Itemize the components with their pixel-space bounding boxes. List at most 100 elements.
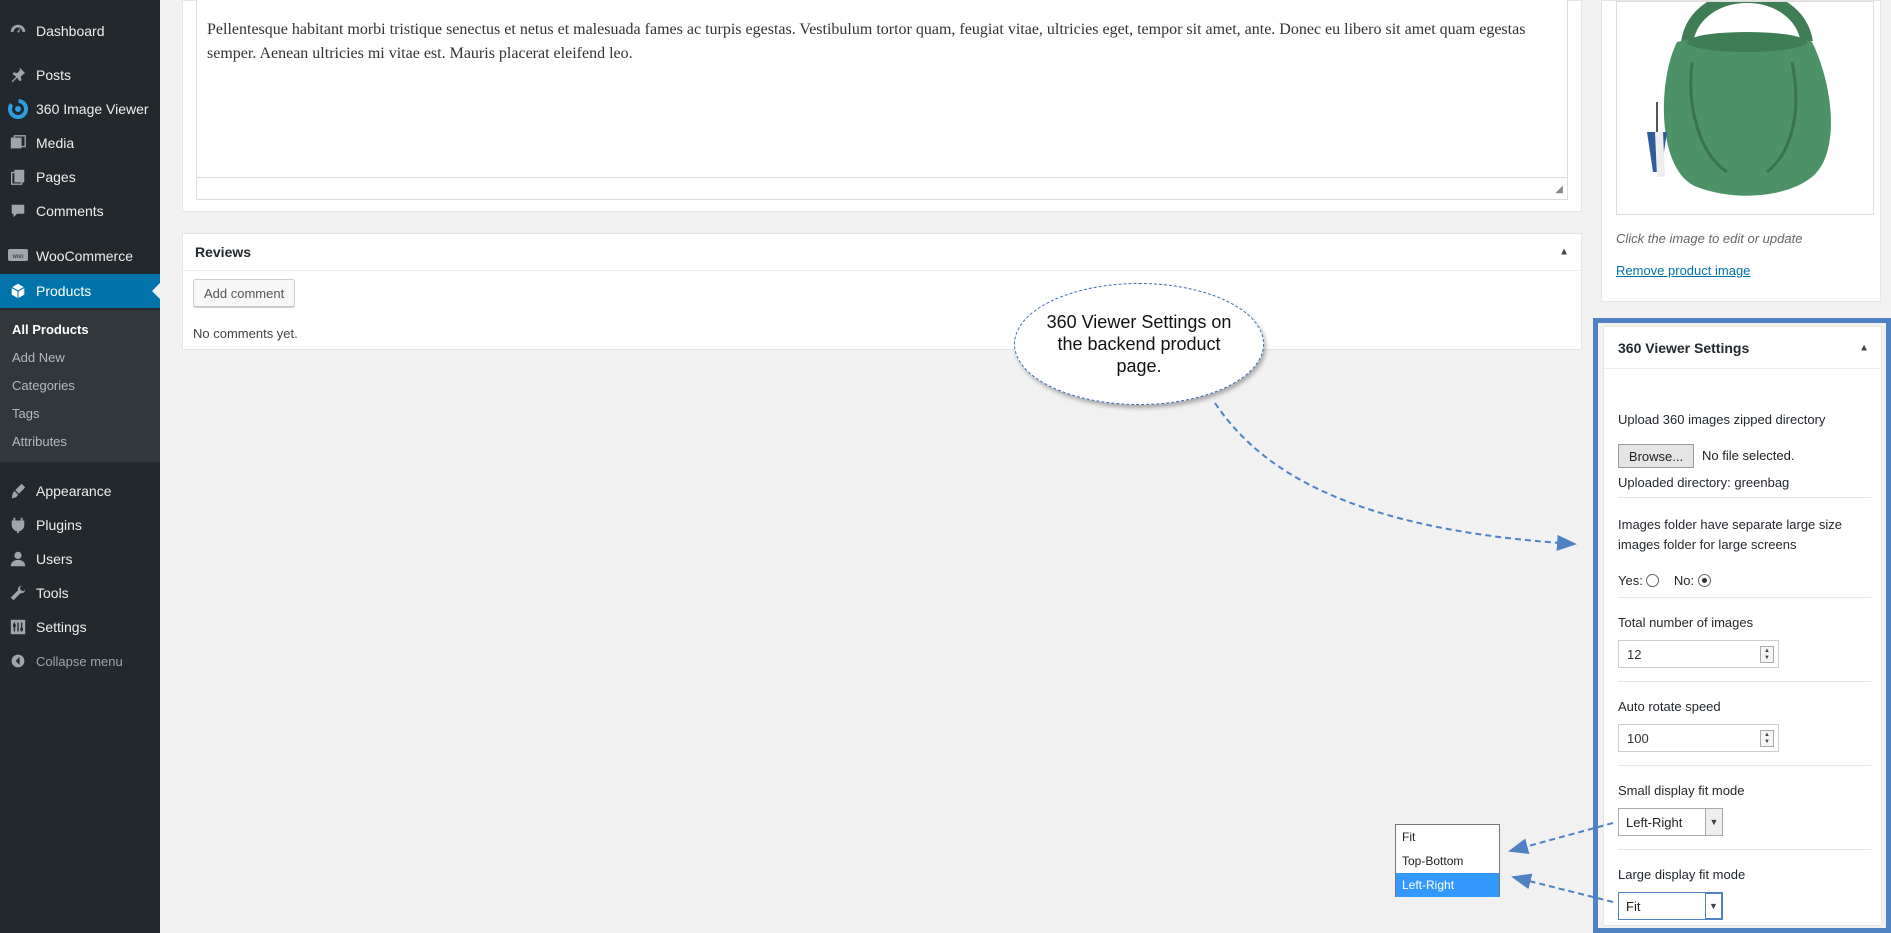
sidebar-item-label: WooCommerce <box>36 248 133 264</box>
product-image-caption: Click the image to edit or update <box>1616 231 1803 246</box>
rotate-speed-value: 100 <box>1627 730 1649 746</box>
submenu-categories[interactable]: Categories <box>12 378 75 393</box>
viewer-settings-title: 360 Viewer Settings <box>1618 339 1750 356</box>
large-fit-select[interactable]: Fit ▼ <box>1618 892 1723 920</box>
yes-radio[interactable] <box>1646 574 1660 587</box>
sidebar-item-media[interactable]: Media <box>0 126 160 160</box>
dropdown-option-top-bottom[interactable]: Top-Bottom <box>1396 849 1499 873</box>
sidebar-item-label: 360 Image Viewer <box>36 101 149 117</box>
file-status: No file selected. <box>1702 448 1795 463</box>
sidebar-item-tools[interactable]: Tools <box>0 576 160 610</box>
separate-large-label: Images folder have separate large size i… <box>1618 517 1843 552</box>
sidebar-item-settings[interactable]: Settings <box>0 610 160 644</box>
submenu-attributes[interactable]: Attributes <box>12 434 67 449</box>
sidebar-item-users[interactable]: Users <box>0 542 160 576</box>
rotate-speed-label: Auto rotate speed <box>1618 699 1721 714</box>
sidebar-item-label: Pages <box>36 169 76 185</box>
pushpin-icon <box>0 66 36 84</box>
resize-handle-icon[interactable]: ◢ <box>1555 184 1563 195</box>
settings-icon <box>0 618 36 636</box>
spinner-arrows-icon[interactable]: ▲ ▼ <box>1760 730 1774 747</box>
browse-button[interactable]: Browse... <box>1618 444 1694 468</box>
callout-text: 360 Viewer Settings on the backend produ… <box>1046 312 1232 376</box>
large-fit-label: Large display fit mode <box>1618 867 1746 882</box>
svg-text:woo: woo <box>11 254 24 260</box>
total-images-input[interactable]: 12 ▲ ▼ <box>1618 640 1779 668</box>
divider <box>1618 849 1871 850</box>
sidebar-item-label: Media <box>36 135 75 151</box>
paintbrush-icon <box>0 482 36 500</box>
sidebar-item-dashboard[interactable]: Dashboard <box>0 14 160 48</box>
upload-label: Upload 360 images zipped directory <box>1618 412 1826 427</box>
uploaded-directory: Uploaded directory: greenbag <box>1618 475 1790 490</box>
reviews-title: Reviews <box>195 244 252 260</box>
rotate-speed-input[interactable]: 100 ▲ ▼ <box>1618 724 1779 752</box>
viewer-settings-header[interactable]: 360 Viewer Settings ▲ <box>1604 327 1881 369</box>
products-submenu: All Products Add New Categories Tags Att… <box>0 310 160 462</box>
sidebar-item-products[interactable]: Products <box>0 274 160 308</box>
pages-icon <box>0 168 36 186</box>
large-folder-radio-group: Yes: No: <box>1618 573 1711 588</box>
wrench-icon <box>0 584 36 602</box>
sidebar-item-label: Users <box>36 551 73 567</box>
reviews-metabox: Reviews ▲ Add comment No comments yet. <box>182 233 1582 350</box>
dashboard-icon <box>0 22 36 40</box>
dropdown-option-fit[interactable]: Fit <box>1396 825 1499 849</box>
collapse-icon <box>0 653 36 669</box>
no-radio[interactable] <box>1697 574 1711 587</box>
no-comments-text: No comments yet. <box>193 326 298 341</box>
sidebar-item-woocommerce[interactable]: woo WooCommerce <box>0 239 160 273</box>
spinner-arrows-icon[interactable]: ▲ ▼ <box>1760 646 1774 663</box>
divider <box>1618 497 1871 498</box>
submenu-add-new[interactable]: Add New <box>12 350 65 365</box>
chevron-down-icon[interactable]: ▼ <box>1705 809 1722 835</box>
editor-textarea[interactable]: Pellentesque habitant morbi tristique se… <box>196 0 1568 200</box>
toggle-arrow-icon[interactable]: ▲ <box>1859 342 1869 353</box>
divider <box>1618 681 1871 682</box>
product-image[interactable] <box>1616 1 1874 215</box>
user-icon <box>0 550 36 568</box>
dropdown-option-left-right[interactable]: Left-Right <box>1396 873 1499 897</box>
rotate-360-icon <box>0 98 36 120</box>
total-images-value: 12 <box>1627 646 1642 662</box>
small-fit-select[interactable]: Left-Right ▼ <box>1618 808 1723 836</box>
chevron-down-icon[interactable]: ▼ <box>1705 893 1722 919</box>
sidebar-item-label: Tools <box>36 585 69 601</box>
divider <box>1618 765 1871 766</box>
reviews-header[interactable]: Reviews ▲ <box>183 234 1581 271</box>
green-bag-image <box>1647 2 1831 196</box>
toggle-arrow-icon[interactable]: ▲ <box>1559 247 1569 258</box>
sidebar-item-pages[interactable]: Pages <box>0 160 160 194</box>
viewer-settings-metabox: 360 Viewer Settings ▲ Upload 360 images … <box>1603 326 1882 926</box>
no-label: No: <box>1673 573 1695 588</box>
sidebar-item-label: Settings <box>36 619 87 635</box>
plug-icon <box>0 516 36 534</box>
sidebar-item-label: Comments <box>36 203 104 219</box>
media-icon <box>0 134 36 152</box>
add-comment-button[interactable]: Add comment <box>193 279 296 307</box>
remove-product-image-link[interactable]: Remove product image <box>1616 263 1750 278</box>
admin-sidebar: Dashboard Posts 360 Image Viewer Media P… <box>0 0 160 933</box>
small-fit-value: Left-Right <box>1626 814 1683 830</box>
comment-icon <box>0 202 36 220</box>
annotation-highlight-frame: 360 Viewer Settings ▲ Upload 360 images … <box>1593 318 1891 933</box>
sidebar-item-posts[interactable]: Posts <box>0 58 160 92</box>
sidebar-item-label: Dashboard <box>36 23 105 39</box>
divider <box>1618 597 1871 598</box>
sidebar-item-label: Products <box>36 283 92 299</box>
sidebar-item-label: Posts <box>36 67 72 83</box>
sidebar-item-label: Plugins <box>36 517 82 533</box>
sidebar-item-comments[interactable]: Comments <box>0 194 160 228</box>
sidebar-item-360-image-viewer[interactable]: 360 Image Viewer <box>0 92 160 126</box>
woocommerce-icon: woo <box>0 249 36 263</box>
fit-mode-dropdown: Fit Top-Bottom Left-Right <box>1395 824 1500 897</box>
submenu-all-products[interactable]: All Products <box>12 322 89 337</box>
products-icon <box>0 282 36 300</box>
sidebar-item-label: Appearance <box>36 483 112 499</box>
yes-label: Yes: <box>1618 573 1643 588</box>
sidebar-item-appearance[interactable]: Appearance <box>0 474 160 508</box>
submenu-tags[interactable]: Tags <box>12 406 39 421</box>
sidebar-item-plugins[interactable]: Plugins <box>0 508 160 542</box>
collapse-menu-button[interactable]: Collapse menu <box>0 644 160 678</box>
product-image-metabox: Click the image to edit or update Remove… <box>1601 0 1881 302</box>
